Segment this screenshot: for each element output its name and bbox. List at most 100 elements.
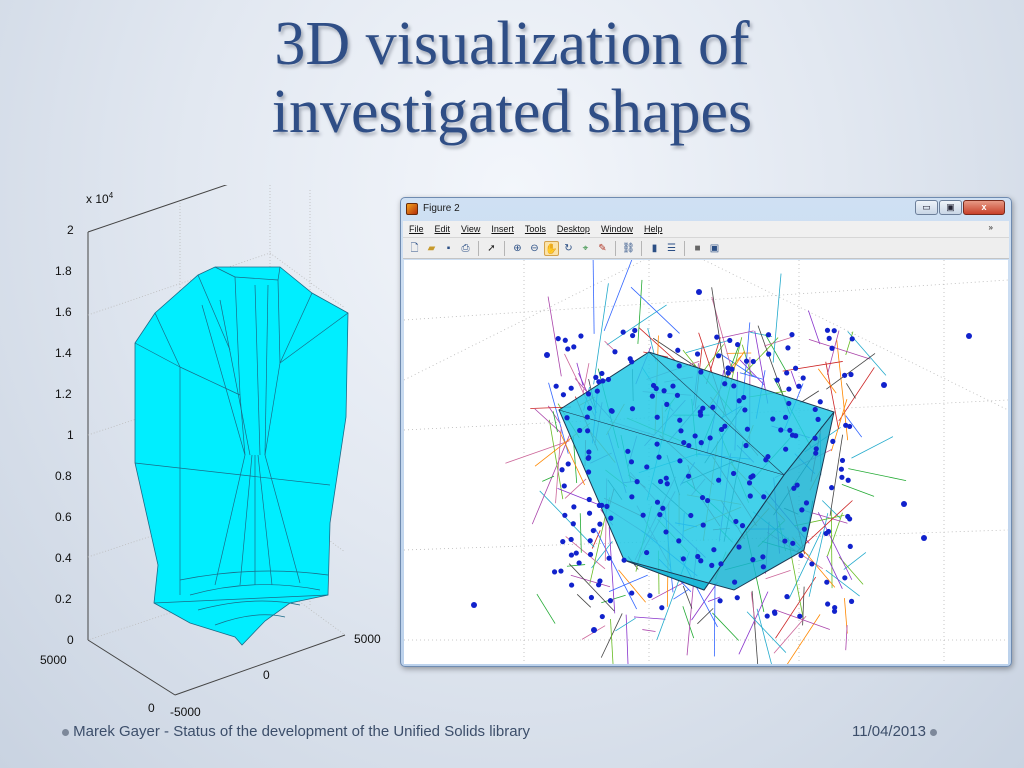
ray bbox=[765, 569, 791, 580]
sample-point bbox=[739, 523, 746, 529]
ray bbox=[603, 260, 633, 332]
sample-point bbox=[629, 494, 635, 500]
minimize-button[interactable]: ▭ bbox=[915, 200, 938, 215]
sample-point bbox=[564, 415, 570, 421]
colorbar-icon[interactable]: ▮ bbox=[647, 241, 662, 256]
open-icon[interactable]: ▰ bbox=[424, 241, 439, 256]
sample-point bbox=[815, 416, 821, 422]
sample-point bbox=[660, 505, 666, 511]
menu-tools[interactable]: Tools bbox=[525, 224, 546, 234]
ray bbox=[841, 483, 875, 497]
menu-help[interactable]: Help bbox=[644, 224, 663, 234]
maximize-button[interactable]: ▣ bbox=[939, 200, 962, 215]
sample-point bbox=[784, 594, 790, 600]
hide-tools-icon[interactable]: ■ bbox=[690, 241, 705, 256]
sample-point bbox=[783, 446, 789, 452]
sample-point bbox=[794, 482, 800, 488]
menu-view[interactable]: View bbox=[461, 224, 480, 234]
bullet-icon bbox=[62, 728, 69, 736]
sample-point bbox=[681, 439, 687, 446]
ray bbox=[751, 590, 759, 664]
sample-point bbox=[657, 478, 664, 485]
window-titlebar[interactable]: Figure 2 ▭ ▣ x bbox=[401, 198, 1011, 220]
ray bbox=[808, 338, 871, 360]
sample-point bbox=[732, 579, 738, 585]
sample-point bbox=[698, 558, 704, 564]
sample-point bbox=[656, 454, 662, 460]
sample-point bbox=[697, 409, 703, 415]
sample-point bbox=[608, 408, 614, 414]
slide-title: 3D visualization of investigated shapes bbox=[0, 10, 1024, 146]
sample-point bbox=[653, 385, 659, 392]
sample-point bbox=[774, 377, 780, 383]
ray bbox=[713, 583, 716, 657]
ray-scene-svg[interactable] bbox=[404, 260, 1008, 664]
sample-point bbox=[654, 414, 660, 420]
sample-point bbox=[831, 608, 838, 614]
ray bbox=[773, 615, 807, 654]
sample-point bbox=[629, 332, 636, 339]
sample-point bbox=[799, 507, 805, 513]
show-tools-icon[interactable]: ▣ bbox=[707, 241, 722, 256]
sample-point bbox=[570, 521, 576, 527]
new-figure-icon[interactable]: 🗋 bbox=[407, 241, 422, 256]
sample-point bbox=[709, 562, 715, 568]
sample-point bbox=[644, 464, 650, 470]
link-icon[interactable]: ⛓ bbox=[621, 241, 636, 256]
sample-point bbox=[787, 427, 793, 433]
ray bbox=[566, 564, 586, 567]
ray bbox=[817, 512, 853, 580]
brush-icon[interactable]: ✎ bbox=[595, 241, 610, 256]
sample-point bbox=[565, 461, 571, 467]
ray bbox=[576, 594, 592, 608]
x-tick: -5000 bbox=[170, 705, 201, 719]
pan-icon[interactable]: ✋ bbox=[544, 240, 559, 256]
sample-point bbox=[698, 369, 704, 375]
ray bbox=[642, 629, 656, 632]
sample-point bbox=[555, 336, 561, 342]
legend-icon[interactable]: ☰ bbox=[664, 241, 679, 256]
sample-point bbox=[561, 483, 567, 489]
sample-point bbox=[680, 556, 686, 562]
sample-point bbox=[590, 527, 596, 534]
sample-point bbox=[694, 351, 701, 357]
ray bbox=[782, 361, 843, 372]
sample-point bbox=[607, 598, 614, 604]
menu-window[interactable]: Window bbox=[601, 224, 633, 234]
menu-insert[interactable]: Insert bbox=[491, 224, 514, 234]
menu-file[interactable]: File bbox=[409, 224, 424, 234]
sample-point bbox=[562, 512, 568, 518]
sample-point bbox=[600, 378, 606, 384]
sample-point bbox=[730, 470, 737, 477]
zoom-out-icon[interactable]: ⊖ bbox=[527, 241, 542, 256]
sample-point bbox=[813, 450, 819, 456]
menu-desktop[interactable]: Desktop bbox=[557, 224, 590, 234]
sample-point bbox=[798, 552, 804, 559]
close-button[interactable]: x bbox=[963, 200, 1005, 215]
print-icon[interactable]: ⎙ bbox=[458, 241, 473, 256]
sample-point bbox=[786, 386, 792, 392]
menu-edit[interactable]: Edit bbox=[435, 224, 451, 234]
sample-point bbox=[678, 428, 684, 434]
sample-point bbox=[674, 392, 681, 398]
sample-point bbox=[812, 435, 818, 441]
sample-point bbox=[599, 613, 605, 620]
figure-window[interactable]: Figure 2 ▭ ▣ x File Edit View Insert Too… bbox=[400, 197, 1012, 667]
menu-overflow-icon[interactable]: » bbox=[989, 223, 993, 232]
ray bbox=[848, 468, 907, 481]
sample-point bbox=[842, 372, 848, 378]
rotate-icon[interactable]: ↻ bbox=[561, 241, 576, 256]
sample-point bbox=[629, 590, 635, 596]
ray bbox=[845, 625, 848, 651]
sample-point bbox=[966, 333, 972, 339]
data-cursor-icon[interactable]: ⌖ bbox=[578, 241, 593, 256]
left-3d-plot: x 104 2 1.8 1.6 1.4 1.2 1 0.8 0.6 0.4 0.… bbox=[30, 185, 390, 725]
figure-axes[interactable] bbox=[404, 260, 1008, 664]
sample-point bbox=[676, 363, 682, 369]
sample-point bbox=[593, 374, 599, 380]
ray bbox=[843, 552, 867, 570]
save-icon[interactable]: ▪ bbox=[441, 241, 456, 256]
zoom-in-icon[interactable]: ⊕ bbox=[510, 241, 525, 256]
pointer-icon[interactable]: ➚ bbox=[484, 241, 499, 256]
sample-point bbox=[825, 601, 831, 607]
